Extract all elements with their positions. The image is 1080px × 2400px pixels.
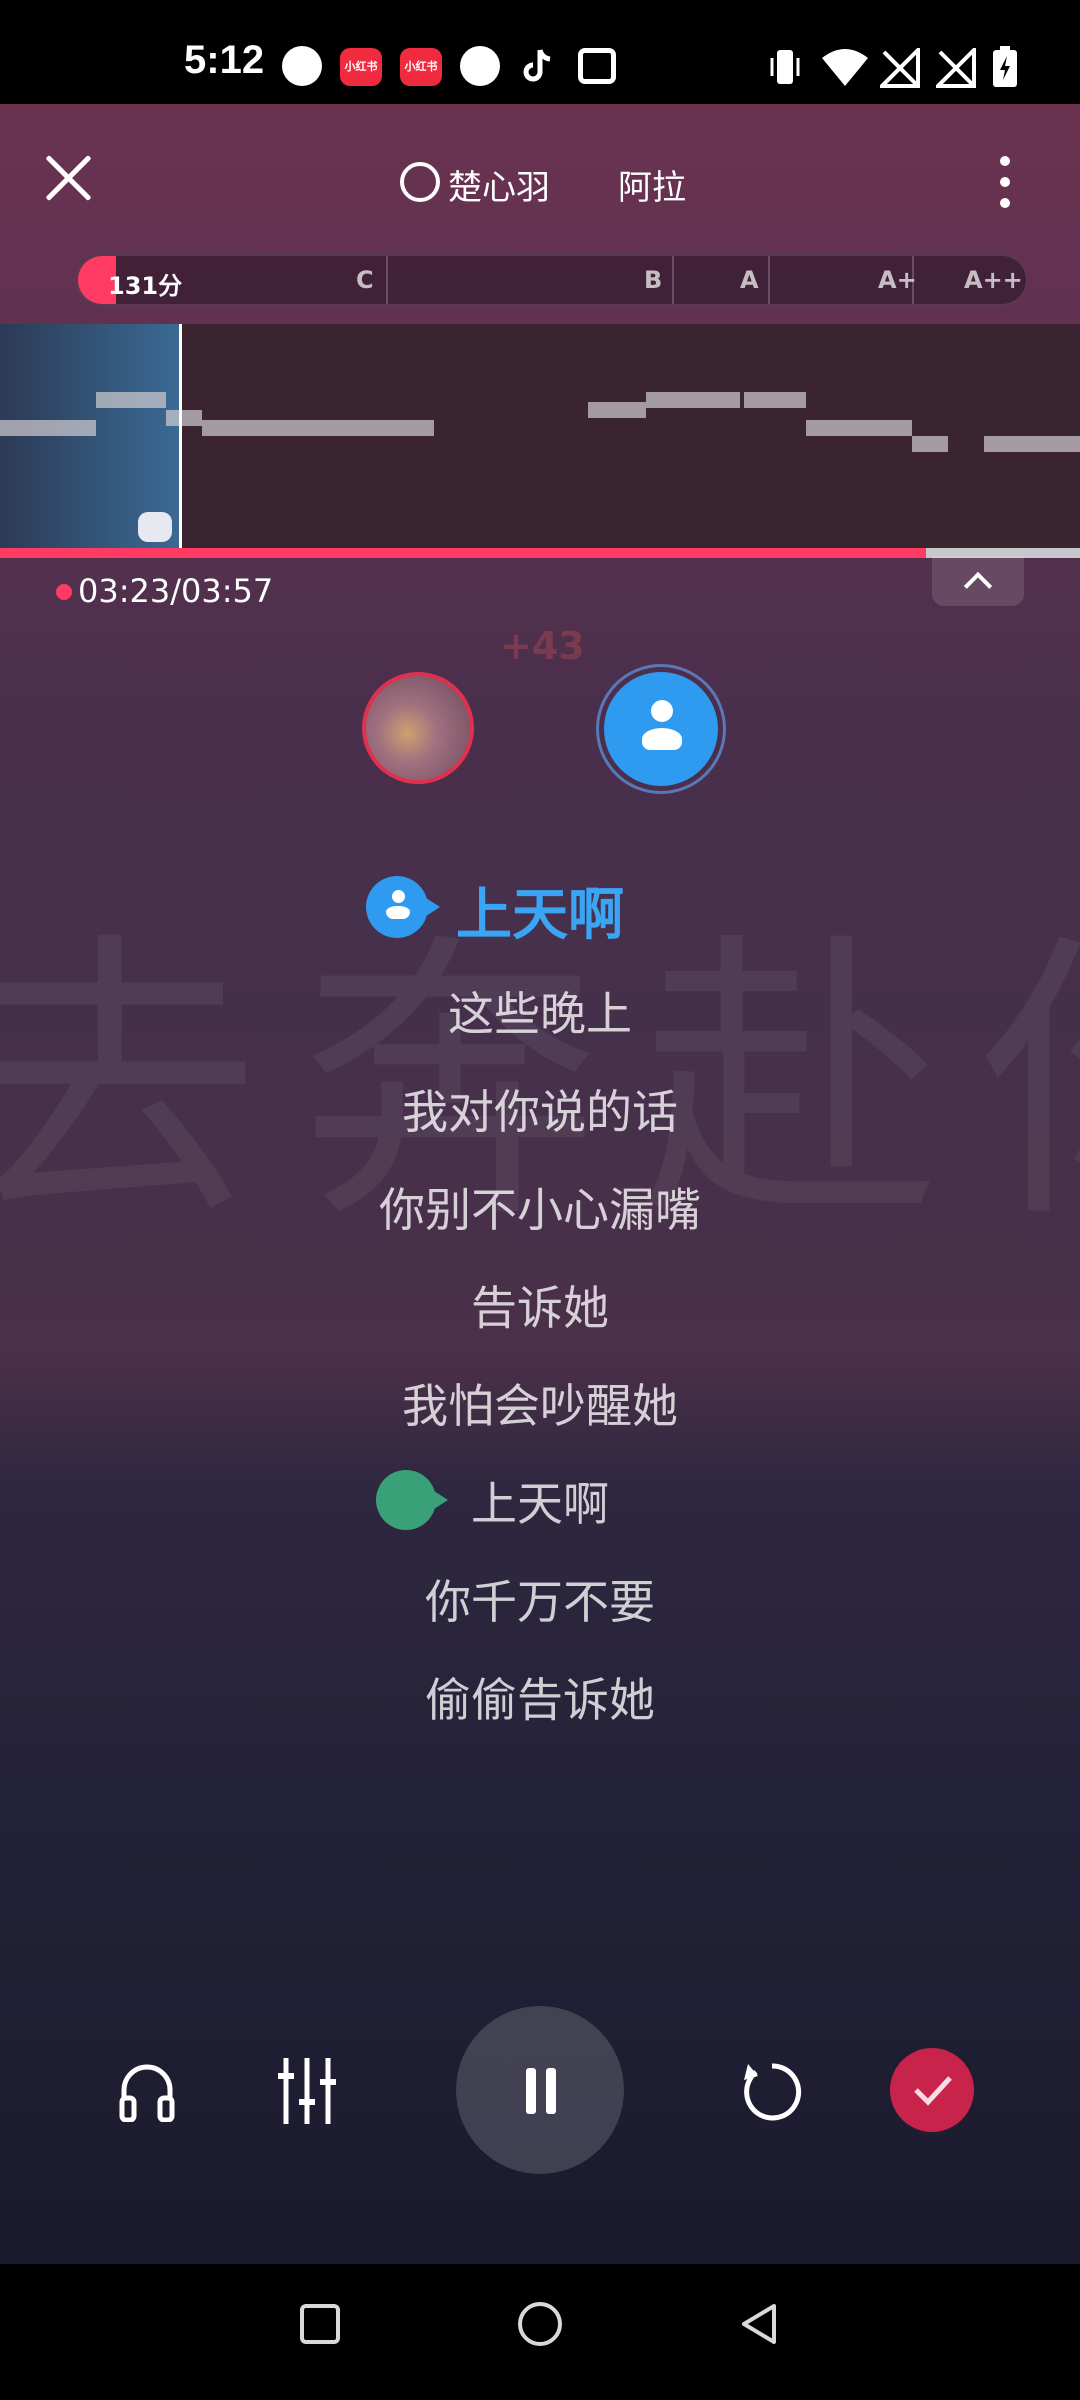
playback-progress-fill (0, 548, 926, 558)
pitch-note (96, 392, 166, 408)
mixer-icon[interactable] (274, 2056, 340, 2126)
status-time: 5:12 (184, 38, 265, 82)
lyric-active-line: 上天啊 (456, 883, 624, 948)
home-button[interactable] (518, 2302, 562, 2346)
voice-cursor-icon (138, 512, 172, 542)
pause-icon (526, 2068, 536, 2114)
recents-button[interactable] (300, 2304, 340, 2344)
status-bar: 5:12 小红书 小红书 (0, 0, 1080, 104)
battery-charging-icon (992, 46, 1018, 88)
close-button[interactable] (40, 150, 96, 206)
grade-label: A (740, 266, 759, 294)
restart-icon[interactable] (738, 2058, 806, 2126)
playback-time: 03:23/03:57 (78, 572, 274, 610)
collapse-button[interactable] (932, 556, 1024, 606)
lyric-line: 你千万不要 (425, 1575, 655, 1629)
lyric-line: 告诉她 (471, 1281, 609, 1335)
grade-label: C (356, 266, 374, 294)
pitch-note (912, 436, 948, 452)
grade-divider (912, 256, 914, 304)
wallet-icon (578, 48, 616, 84)
pause-button[interactable] (456, 2006, 624, 2174)
score-points: 131分 (108, 272, 183, 300)
singer-b-avatar[interactable] (604, 672, 718, 786)
pitch-now-line (179, 324, 182, 548)
grade-label: B (644, 266, 663, 294)
grade-divider (768, 256, 770, 304)
signal-off-icon (933, 45, 976, 88)
xiaohongshu-icon: 小红书 (400, 48, 442, 86)
singer-a-avatar[interactable] (362, 672, 474, 784)
finish-button[interactable] (890, 2048, 974, 2132)
lyric-line-part-a: 上天啊 (471, 1477, 609, 1531)
grade-divider (672, 256, 674, 304)
pitch-note (588, 402, 646, 418)
lyric-line: 我怕会吵醒她 (402, 1379, 678, 1433)
lyric-line: 你别不小心漏嘴 (379, 1183, 701, 1237)
check-icon (914, 2076, 952, 2106)
pitch-note (984, 436, 1080, 452)
wifi-icon (822, 48, 868, 86)
signal-off-icon (877, 45, 920, 88)
vibrate-icon (768, 48, 802, 86)
xiaohongshu-icon: 小红书 (340, 48, 382, 86)
grade-divider (386, 256, 388, 304)
facebook-icon (460, 46, 500, 86)
pitch-note (166, 410, 202, 426)
grade-label: A++ (964, 266, 1023, 294)
more-options-button[interactable] (1000, 156, 1010, 208)
pitch-note (744, 392, 806, 408)
lyric-line: 这些晚上 (448, 987, 632, 1041)
music-note-icon (400, 162, 440, 202)
lyric-line: 我对你说的话 (402, 1085, 678, 1139)
app-notification-icon (282, 46, 322, 86)
headphone-icon[interactable] (116, 2060, 178, 2123)
pitch-note (806, 420, 912, 436)
bonus-score: +43 (500, 624, 585, 668)
singer-b-name[interactable]: 阿拉 (618, 160, 686, 209)
singer-a-name[interactable]: 楚心羽 (448, 160, 550, 209)
pitch-note (646, 392, 740, 408)
pitch-note (0, 420, 96, 436)
grade-label: A+ (878, 266, 917, 294)
tiktok-icon (520, 46, 556, 86)
back-button[interactable] (738, 2302, 782, 2346)
system-nav-bar (0, 2264, 1080, 2400)
lyric-line: 偷偷告诉她 (425, 1673, 655, 1727)
recording-dot-icon (56, 584, 72, 600)
pitch-note (202, 420, 434, 436)
